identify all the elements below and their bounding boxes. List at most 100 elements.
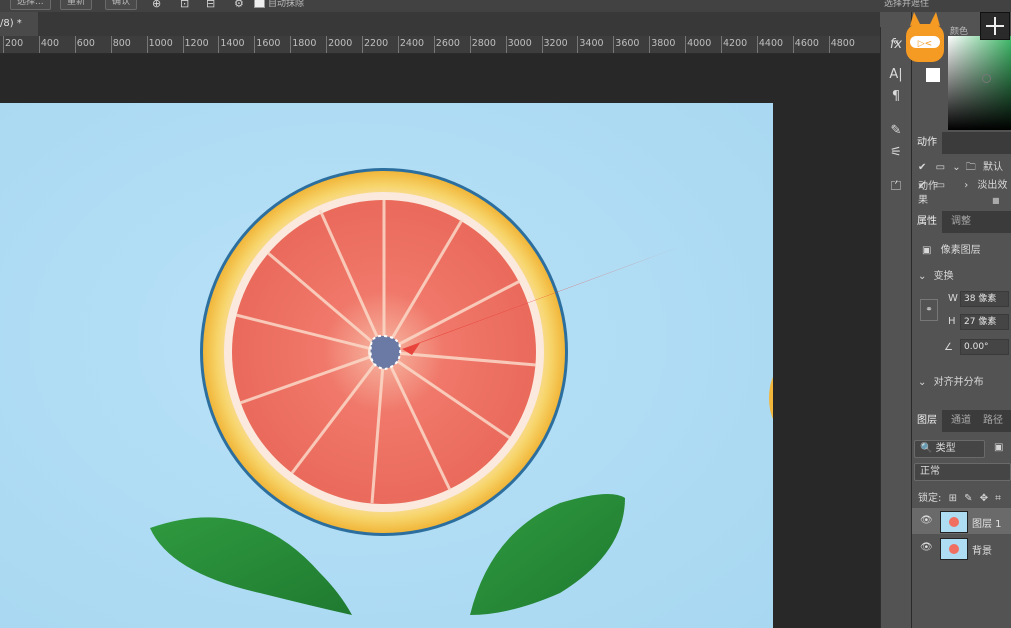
ruler-tick-label: 1600	[256, 38, 281, 49]
check-icon[interactable]: ✔	[918, 162, 926, 173]
layer-name[interactable]: 背景	[972, 542, 992, 557]
ruler-tick-mark	[326, 36, 328, 53]
panel-icon-strip: « fx A| ¶ ✎ ⚟ ⏍	[880, 27, 911, 628]
tab-layers[interactable]: 图层	[912, 410, 942, 432]
height-field[interactable]: 27 像素	[960, 314, 1009, 330]
tab-paths[interactable]: 路径	[978, 410, 1008, 432]
auto-erase-label: 自动抹除	[268, 0, 305, 9]
width-field[interactable]: 38 像素	[960, 291, 1009, 307]
add-mode-icon[interactable]: ⊡	[180, 0, 194, 10]
ruler-tick-mark	[74, 36, 76, 53]
tab-channels[interactable]: 通道	[946, 410, 976, 432]
paragraph-icon[interactable]: ¶	[887, 89, 905, 105]
ruler-tick-mark	[290, 36, 292, 53]
tab-adjustments[interactable]: 调整	[946, 211, 976, 233]
document-tab[interactable]: /8) * ✕	[0, 12, 38, 53]
ruler-tick-label: 800	[112, 38, 131, 49]
lock-brush-icon[interactable]: ✎	[964, 493, 972, 504]
ruler-tick-label: 4600	[794, 38, 819, 49]
panel-menu-icon[interactable]: ■	[992, 196, 1000, 205]
check-icon[interactable]: ✔	[918, 180, 926, 191]
pixel-layer-row: ▣ 像素图层	[922, 241, 981, 256]
character-icon[interactable]: A|	[887, 67, 905, 83]
color-picker-field[interactable]	[948, 36, 1011, 130]
screen-mode-button[interactable]	[980, 12, 1010, 40]
fx-styles-icon[interactable]: fx	[887, 37, 905, 53]
select-subject-button[interactable]: 选择...	[10, 0, 51, 10]
transform-header[interactable]: ⌄ 变换	[918, 267, 954, 282]
link-chain-icon[interactable]: ⚭	[920, 299, 938, 321]
auto-erase-checkbox[interactable]	[254, 0, 265, 8]
layers-tabbar: 图层 通道 路径	[912, 410, 1011, 432]
layer-thumbnail	[940, 511, 968, 533]
ruler-tick-mark	[182, 36, 184, 53]
dialog-toggle-icon[interactable]: ▭	[936, 162, 945, 173]
grapefruit-photo	[150, 168, 773, 615]
history-icon[interactable]: ⏍	[887, 179, 905, 195]
blend-mode-select[interactable]: 正常	[914, 463, 1011, 481]
ruler-tick-mark	[3, 36, 4, 53]
lock-move-icon[interactable]: ✥	[980, 493, 988, 504]
image-filter-icon[interactable]: ▣	[994, 442, 1003, 453]
document-tab-row	[0, 12, 880, 36]
brush-settings-icon[interactable]: ✎	[887, 123, 905, 139]
eye-icon[interactable]: 👁	[920, 515, 933, 526]
ruler-tick-label: 4200	[723, 38, 748, 49]
select-mask-label[interactable]: 选择并遮住	[884, 0, 929, 9]
layer-name[interactable]: 图层 1	[972, 515, 1002, 530]
document-canvas-image[interactable]	[0, 103, 773, 628]
color-picker-cursor[interactable]	[982, 74, 991, 83]
ruler-tick-mark	[649, 36, 651, 53]
options-bar: 选择... 重新 确认 ⊕ ⊡ ⊟ ⚙ 自动抹除 选择并遮住	[0, 0, 1011, 12]
actions-tabbar: 动作	[912, 132, 1011, 154]
ruler-tick-mark	[433, 36, 435, 53]
selection-marquee[interactable]	[369, 334, 402, 371]
layer-row[interactable]: 👁 图层 1	[912, 508, 1011, 534]
chevron-right-icon[interactable]: ›	[964, 180, 968, 191]
watermark-logo: ▷<	[904, 12, 946, 64]
dialog-toggle-icon[interactable]: ▭	[936, 180, 945, 191]
ruler-tick-label: 3000	[507, 38, 532, 49]
document-tab-title: /8) *	[0, 18, 22, 29]
confirm-button[interactable]: 确认	[105, 0, 138, 10]
ruler-tick-label: 3600	[615, 38, 640, 49]
sliders-icon[interactable]: ⚟	[887, 145, 905, 161]
ruler-tick-mark	[254, 36, 256, 53]
ruler-tick-mark	[469, 36, 471, 53]
chevron-down-icon[interactable]: ⌄	[918, 271, 926, 282]
angle-field[interactable]: 0.00°	[960, 339, 1009, 355]
ruler-tick-mark	[721, 36, 722, 53]
lock-artboard-icon[interactable]: ⌗	[995, 493, 1001, 504]
h-label: H	[948, 316, 956, 327]
transform-label: 变换	[933, 271, 954, 282]
subtract-mode-icon[interactable]: ⊟	[206, 0, 220, 10]
chevron-down-icon[interactable]: ⌄	[952, 162, 960, 173]
ruler-tick-label: 1200	[184, 38, 209, 49]
refine-button[interactable]: 重新	[60, 0, 93, 10]
ruler-tick-mark	[792, 36, 794, 53]
ruler-tick-mark	[577, 36, 579, 53]
partial-fruit-edge	[769, 376, 773, 420]
align-distribute-header[interactable]: ⌄ 对齐并分布	[918, 373, 984, 388]
lock-transparent-icon[interactable]: ⊞	[949, 493, 957, 504]
brush-option-icon[interactable]: ⊕	[152, 0, 166, 10]
right-panels: 颜色 ▷< 动作 ✔ ▭ ⌄ 🗀 默认动作 ✔ ▭ › 淡出效果 ■ 属性 调整…	[906, 12, 1011, 628]
ruler-tick-mark	[218, 36, 220, 53]
eye-icon[interactable]: 👁	[920, 542, 933, 553]
horizontal-ruler[interactable]: 200 400 600 800 1000 1200 1400 1600 1800 2000 2200…	[0, 36, 880, 54]
ruler-tick-label: 1400	[220, 38, 245, 49]
ruler-tick-label: 4400	[758, 38, 784, 49]
ruler-tick-label: 2200	[364, 38, 389, 49]
tab-properties[interactable]: 属性	[912, 211, 942, 233]
ruler-tick-mark	[362, 36, 363, 53]
filter-kind-value: 类型	[935, 443, 956, 454]
tab-actions[interactable]: 动作	[912, 132, 942, 154]
plus-grid-icon	[986, 17, 1004, 35]
settings-gear-icon[interactable]: ⚙	[234, 0, 248, 10]
foreground-swatch[interactable]	[926, 68, 940, 82]
ruler-tick-label: 600	[76, 38, 95, 49]
ruler-tick-label: 2000	[328, 38, 353, 49]
chevron-down-icon[interactable]: ⌄	[918, 377, 926, 388]
layer-row[interactable]: 👁 背景	[912, 535, 1011, 561]
layer-filter-select[interactable]: 🔍 类型	[914, 440, 985, 458]
